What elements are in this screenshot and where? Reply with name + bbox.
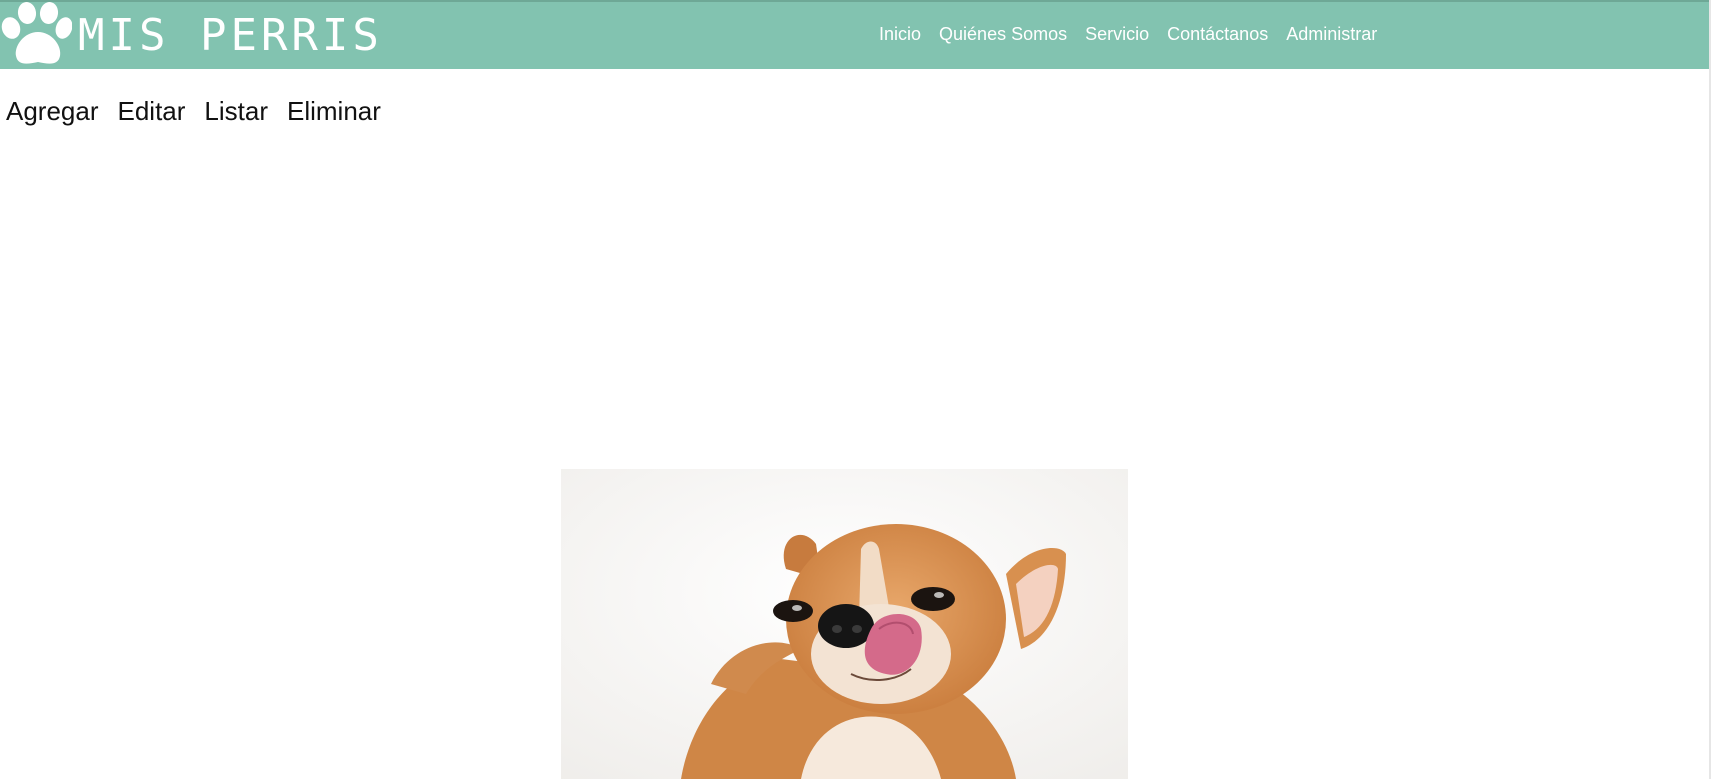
eliminar-link[interactable]: Eliminar	[287, 95, 381, 127]
nav-administrar[interactable]: Administrar	[1286, 22, 1377, 46]
page: MIS PERRIS Inicio Quiénes Somos Servicio…	[0, 0, 1709, 779]
editar-link[interactable]: Editar	[118, 95, 186, 127]
chihuahua-photo	[561, 469, 1128, 779]
nav-quienes-somos[interactable]: Quiénes Somos	[939, 22, 1067, 46]
dog-illustration	[561, 469, 1128, 779]
brand-logo[interactable]: MIS PERRIS	[0, 2, 383, 69]
brand-name: MIS PERRIS	[78, 9, 383, 61]
nav-servicio[interactable]: Servicio	[1085, 22, 1149, 46]
nav-contactanos[interactable]: Contáctanos	[1167, 22, 1268, 46]
paw-icon	[1, 2, 72, 64]
agregar-link[interactable]: Agregar	[6, 95, 99, 127]
nav-inicio[interactable]: Inicio	[879, 22, 921, 46]
main-nav: Inicio Quiénes Somos Servicio Contáctano…	[879, 22, 1395, 46]
navbar: MIS PERRIS Inicio Quiénes Somos Servicio…	[0, 0, 1709, 69]
admin-menu: Agregar Editar Listar Eliminar	[6, 95, 400, 127]
listar-link[interactable]: Listar	[204, 95, 268, 127]
